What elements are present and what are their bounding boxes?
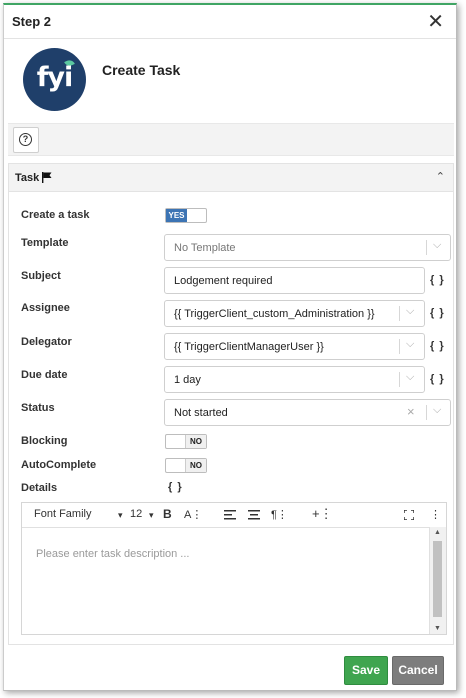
- insert-icon[interactable]: +⋮: [312, 506, 333, 522]
- align-center-icon[interactable]: [248, 510, 260, 520]
- create-task-label: Create a task: [21, 209, 90, 221]
- clear-icon[interactable]: ×: [407, 404, 415, 419]
- due-date-label: Due date: [21, 369, 68, 381]
- create-task-dialog: Step 2 ✕ fyi Create Task ? Task ⌃ Create…: [3, 3, 457, 691]
- subject-variables-icon[interactable]: { }: [430, 274, 445, 286]
- chevron-down-icon[interactable]: ▾: [149, 510, 154, 521]
- task-panel: Task ⌃ Create a task YES Template No Tem…: [8, 163, 454, 645]
- dialog-title: Step 2: [12, 14, 52, 29]
- status-value: Not started: [174, 407, 228, 419]
- blocking-toggle[interactable]: NO: [165, 434, 207, 449]
- logo-text: fyi: [36, 62, 74, 93]
- scrollbar-thumb[interactable]: [433, 541, 442, 617]
- font-family-select[interactable]: Font Family: [34, 508, 91, 520]
- autocomplete-toggle[interactable]: NO: [165, 458, 207, 473]
- cancel-button[interactable]: Cancel: [392, 656, 444, 685]
- chevron-down-icon[interactable]: ⌵: [406, 371, 414, 384]
- chevron-down-icon[interactable]: ⌵: [406, 305, 414, 318]
- help-icon: ?: [19, 133, 32, 146]
- template-label: Template: [21, 237, 69, 249]
- chevron-down-icon[interactable]: ▾: [118, 510, 123, 521]
- help-button[interactable]: ?: [13, 127, 39, 153]
- assignee-value: {{ TriggerClient_custom_Administration }…: [174, 308, 375, 320]
- toggle-yes-label: YES: [166, 209, 187, 222]
- blocking-label: Blocking: [21, 435, 68, 447]
- dialog-header: Step 2 ✕: [4, 5, 456, 39]
- assignee-select[interactable]: {{ TriggerClient_custom_Administration }…: [164, 300, 425, 327]
- status-label: Status: [21, 402, 55, 414]
- text-style-icon[interactable]: A⋮: [184, 508, 202, 521]
- editor-toolbar: Font Family ▾ 12 ▾ B A⋮ ¶⋮ +⋮ ⋮: [22, 503, 446, 528]
- paragraph-icon[interactable]: ¶⋮: [271, 508, 288, 521]
- flag-icon: [42, 172, 52, 183]
- template-placeholder: No Template: [174, 242, 236, 254]
- select-separator: [426, 240, 427, 255]
- subject-input[interactable]: Lodgement required: [164, 267, 425, 294]
- close-icon[interactable]: ✕: [427, 9, 444, 34]
- details-editor: Font Family ▾ 12 ▾ B A⋮ ¶⋮ +⋮ ⋮ Please e…: [21, 502, 447, 635]
- delegator-variables-icon[interactable]: { }: [430, 340, 445, 352]
- select-separator: [399, 339, 400, 354]
- assignee-label: Assignee: [21, 302, 70, 314]
- chevron-down-icon[interactable]: ⌵: [433, 404, 441, 417]
- toggle-no-label: NO: [185, 435, 206, 448]
- editor-placeholder: Please enter task description ...: [36, 548, 190, 560]
- details-variables-icon[interactable]: { }: [168, 481, 183, 493]
- subject-value: Lodgement required: [174, 275, 273, 287]
- editor-content[interactable]: Please enter task description ...: [22, 527, 430, 634]
- align-left-icon[interactable]: [224, 510, 236, 520]
- delegator-label: Delegator: [21, 336, 72, 348]
- fyi-logo: fyi: [23, 48, 86, 111]
- fullscreen-icon[interactable]: [404, 510, 414, 520]
- select-separator: [426, 405, 427, 420]
- task-panel-title: Task: [15, 172, 40, 184]
- status-select[interactable]: Not started × ⌵: [164, 399, 451, 426]
- delegator-value: {{ TriggerClientManagerUser }}: [174, 341, 324, 353]
- chevron-down-icon[interactable]: ⌵: [433, 239, 441, 252]
- more-options-icon[interactable]: ⋮: [430, 508, 441, 521]
- delegator-select[interactable]: {{ TriggerClientManagerUser }} ⌵: [164, 333, 425, 360]
- autocomplete-label: AutoComplete: [21, 459, 97, 471]
- chevron-down-icon[interactable]: ⌵: [406, 338, 414, 351]
- task-panel-header[interactable]: Task ⌃: [9, 164, 453, 192]
- toggle-no-label: NO: [185, 459, 206, 472]
- details-label: Details: [21, 482, 58, 494]
- select-separator: [399, 306, 400, 321]
- assignee-variables-icon[interactable]: { }: [430, 307, 445, 319]
- chevron-up-icon[interactable]: ⌃: [436, 170, 445, 183]
- select-separator: [399, 372, 400, 387]
- save-button[interactable]: Save: [344, 656, 388, 685]
- editor-scrollbar[interactable]: ▲ ▼: [429, 527, 446, 634]
- scroll-up-icon[interactable]: ▲: [434, 529, 441, 536]
- subject-label: Subject: [21, 270, 61, 282]
- due-date-value: 1 day: [174, 374, 201, 386]
- page-title: Create Task: [102, 62, 181, 78]
- due-date-variables-icon[interactable]: { }: [430, 373, 445, 385]
- due-date-select[interactable]: 1 day ⌵: [164, 366, 425, 393]
- create-task-toggle[interactable]: YES: [165, 208, 207, 223]
- help-toolbar: ?: [8, 123, 454, 156]
- font-size-select[interactable]: 12: [130, 508, 142, 520]
- scroll-down-icon[interactable]: ▼: [434, 625, 441, 632]
- template-select[interactable]: No Template ⌵: [164, 234, 451, 261]
- bold-icon[interactable]: B: [163, 507, 172, 521]
